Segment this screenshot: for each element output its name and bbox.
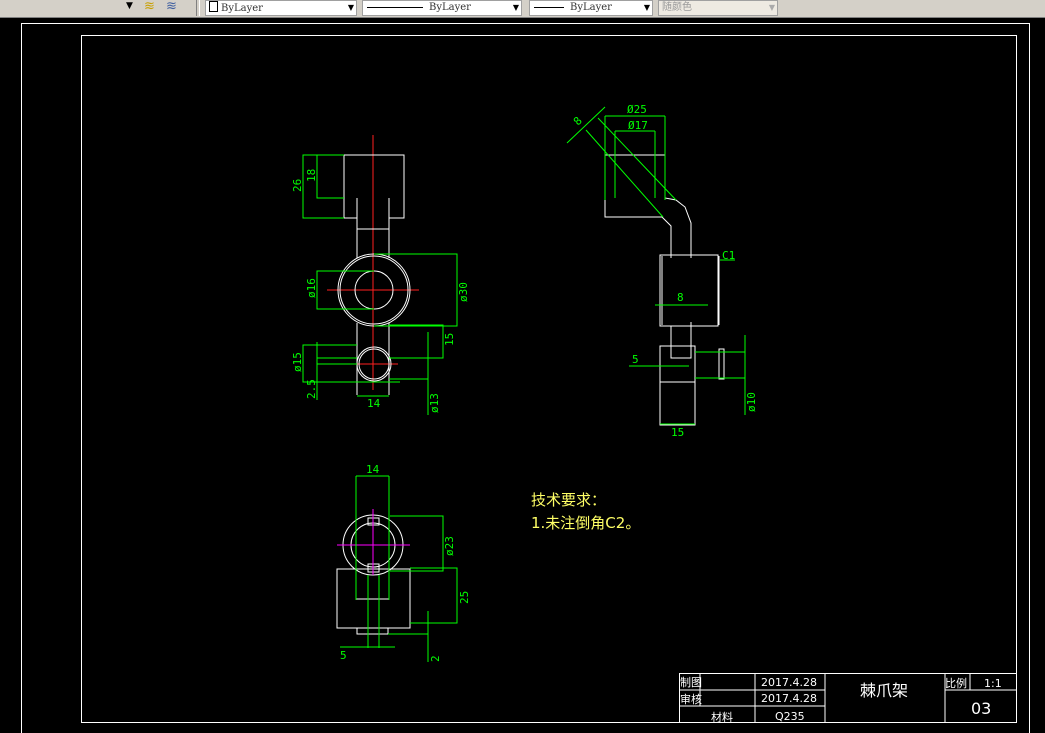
dim-text: C1 [722, 249, 735, 262]
dim-text: 5 [340, 649, 347, 662]
dim-text: Ø25 [627, 103, 647, 116]
dim-text: 15 [443, 333, 456, 346]
dim-text: 26 [291, 179, 304, 192]
dim-text: 14 [367, 397, 381, 410]
side-view: Ø25 Ø17 8 C1 8 5 15 ø10 [566, 103, 758, 439]
dim-text: ø13 [428, 393, 441, 413]
drawn-date: 2017.4.28 [761, 676, 817, 689]
drawing-number: 03 [971, 699, 991, 718]
technical-requirement-item: 1.未注倒角C2。 [531, 514, 640, 532]
dim-text: 14 [366, 463, 380, 476]
title-block: 制图 2017.4.28 审核 2017.4.28 材料 Q235 棘爪架 比例… [679, 673, 1017, 724]
dim-text: 8 [677, 291, 684, 304]
drawn-label: 制图 [680, 676, 702, 689]
dim-text: 5 [632, 353, 639, 366]
dim-text: 8 [571, 114, 585, 128]
checked-label: 审核 [680, 692, 702, 706]
dim-text: 2 [429, 655, 442, 662]
sheet-outer-border [21, 23, 1030, 733]
dim-text: ø23 [443, 536, 456, 556]
dim-text: 18 [305, 169, 318, 182]
checked-date: 2017.4.28 [761, 692, 817, 705]
drawing-canvas[interactable]: 26 18 ø16 ø30 15 ø15 2.5 14 ø13 Ø25 Ø17 [0, 0, 1045, 733]
dim-text: 2.5 [305, 379, 318, 399]
dim-text: ø10 [745, 392, 758, 412]
material-label: 材料 [711, 710, 733, 724]
dim-text: ø16 [305, 278, 318, 298]
sheet-inner-border [81, 35, 1017, 723]
dim-text: ø15 [291, 352, 304, 372]
dim-text: 25 [458, 591, 471, 604]
pin-collar [718, 348, 725, 380]
scale-value: 1:1 [984, 677, 1002, 690]
hub-body [659, 254, 719, 327]
top-block [343, 154, 405, 219]
dim-text: Ø17 [628, 119, 648, 132]
front-view: 26 18 ø16 ø30 15 ø15 2.5 14 ø13 [291, 135, 470, 415]
part-name: 棘爪架 [860, 681, 908, 700]
dim-text: ø30 [457, 282, 470, 302]
material-value: Q235 [775, 710, 805, 723]
dim-text: 15 [671, 426, 684, 439]
scale-label: 比例 [945, 676, 967, 690]
technical-requirements-title: 技术要求： [531, 491, 606, 509]
bottom-view: 14 ø23 25 5 2 [336, 463, 471, 662]
